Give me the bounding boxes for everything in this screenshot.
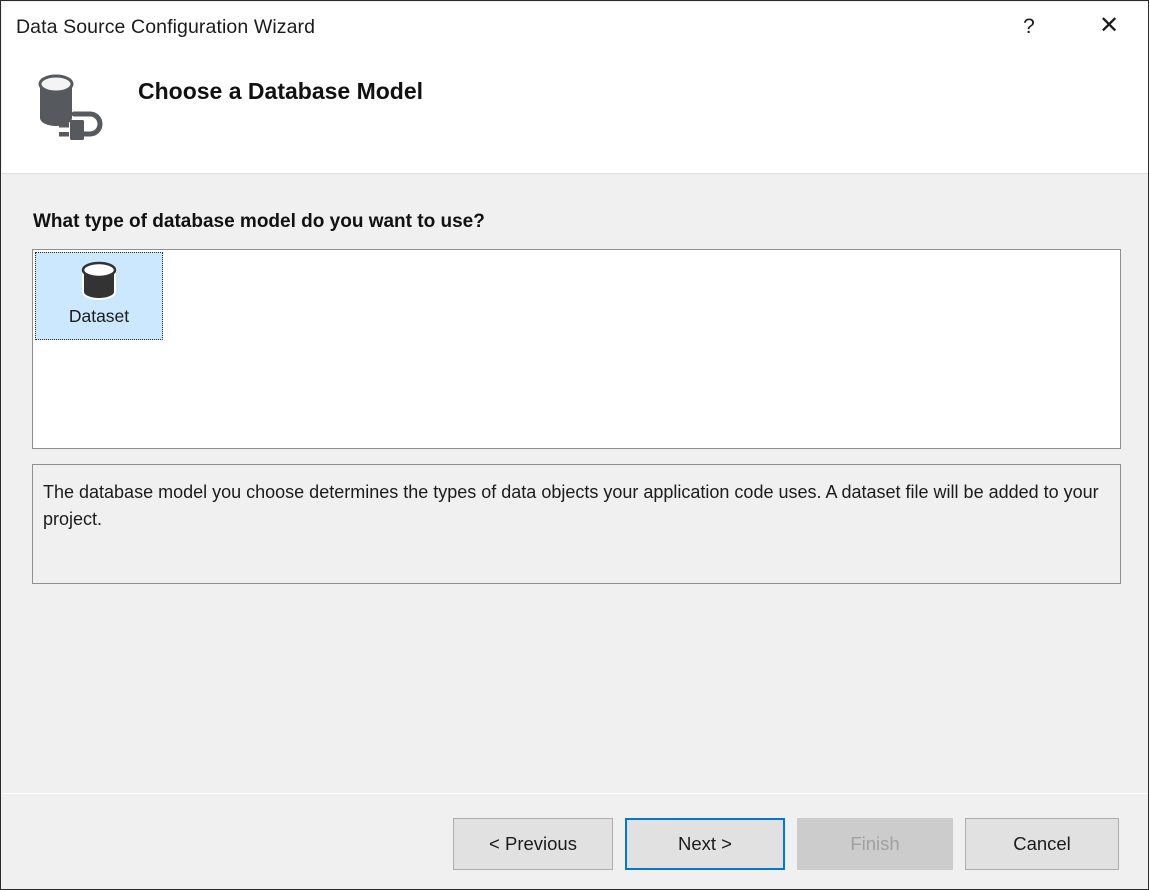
dialog-body: What type of database model do you want …: [2, 175, 1149, 793]
model-tile-label: Dataset: [69, 306, 129, 327]
database-model-list[interactable]: Dataset: [32, 249, 1121, 449]
description-text: The database model you choose determines…: [43, 479, 1106, 532]
dialog-window: Data Source Configuration Wizard ? ✕ Cho…: [0, 0, 1149, 890]
cancel-button-label: Cancel: [1013, 833, 1071, 855]
title-bar: Data Source Configuration Wizard ? ✕: [2, 2, 1149, 56]
model-tile-dataset[interactable]: Dataset: [35, 252, 163, 340]
previous-button-label: < Previous: [489, 833, 577, 855]
description-panel: The database model you choose determines…: [32, 464, 1121, 584]
finish-button-label: Finish: [850, 833, 899, 855]
question-mark-icon: ?: [1023, 16, 1035, 37]
previous-button[interactable]: < Previous: [453, 818, 613, 870]
question-label: What type of database model do you want …: [33, 211, 485, 233]
cancel-button[interactable]: Cancel: [965, 818, 1119, 870]
dialog-footer: < Previous Next > Finish Cancel: [2, 793, 1149, 889]
help-button[interactable]: ?: [1006, 3, 1052, 49]
finish-button: Finish: [797, 818, 953, 870]
next-button-label: Next >: [678, 833, 732, 855]
close-button[interactable]: ✕: [1086, 3, 1132, 49]
database-connection-icon: [26, 62, 116, 152]
dialog-header: Choose a Database Model: [2, 56, 1149, 174]
window-title: Data Source Configuration Wizard: [16, 16, 315, 39]
close-icon: ✕: [1099, 14, 1119, 38]
next-button[interactable]: Next >: [625, 818, 785, 870]
database-cylinder-icon: [76, 258, 122, 304]
page-title: Choose a Database Model: [138, 78, 423, 105]
